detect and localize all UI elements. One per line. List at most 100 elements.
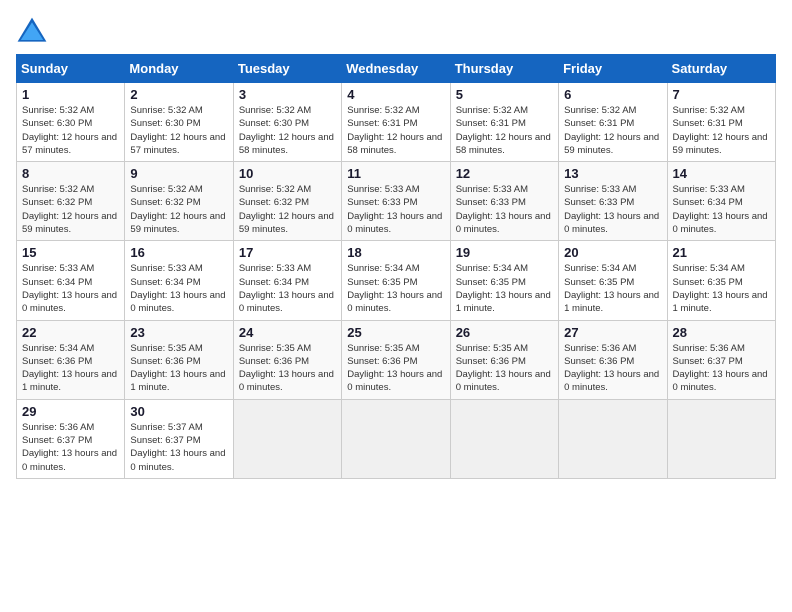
day-info: Sunrise: 5:33 AMSunset: 6:33 PMDaylight:… [347, 183, 444, 236]
day-info: Sunrise: 5:37 AMSunset: 6:37 PMDaylight:… [130, 421, 227, 474]
day-info: Sunrise: 5:32 AMSunset: 6:32 PMDaylight:… [22, 183, 119, 236]
day-info: Sunrise: 5:35 AMSunset: 6:36 PMDaylight:… [347, 342, 444, 395]
day-info: Sunrise: 5:33 AMSunset: 6:33 PMDaylight:… [456, 183, 553, 236]
day-info: Sunrise: 5:34 AMSunset: 6:36 PMDaylight:… [22, 342, 119, 395]
day-cell [450, 399, 558, 478]
page-header [16, 16, 776, 44]
day-number: 18 [347, 245, 444, 260]
day-number: 21 [673, 245, 770, 260]
day-info: Sunrise: 5:32 AMSunset: 6:30 PMDaylight:… [239, 104, 336, 157]
day-number: 15 [22, 245, 119, 260]
day-info: Sunrise: 5:36 AMSunset: 6:37 PMDaylight:… [22, 421, 119, 474]
logo-icon [16, 16, 48, 44]
day-number: 22 [22, 325, 119, 340]
day-info: Sunrise: 5:34 AMSunset: 6:35 PMDaylight:… [456, 262, 553, 315]
day-cell: 1Sunrise: 5:32 AMSunset: 6:30 PMDaylight… [17, 83, 125, 162]
day-info: Sunrise: 5:35 AMSunset: 6:36 PMDaylight:… [456, 342, 553, 395]
day-number: 6 [564, 87, 661, 102]
day-cell: 2 Sunrise: 5:32 AMSunset: 6:30 PMDaylight… [125, 83, 233, 162]
day-cell: 7 Sunrise: 5:32 AMSunset: 6:31 PMDaylight… [667, 83, 775, 162]
day-cell: 28 Sunrise: 5:36 AMSunset: 6:37 PMDayligh… [667, 320, 775, 399]
day-info: Sunrise: 5:33 AMSunset: 6:33 PMDaylight:… [564, 183, 661, 236]
weekday-sunday: Sunday [17, 55, 125, 83]
day-info: Sunrise: 5:34 AMSunset: 6:35 PMDaylight:… [673, 262, 770, 315]
day-cell: 16 Sunrise: 5:33 AMSunset: 6:34 PMDayligh… [125, 241, 233, 320]
day-cell: 18Sunrise: 5:34 AMSunset: 6:35 PMDayligh… [342, 241, 450, 320]
day-number: 26 [456, 325, 553, 340]
day-cell: 25Sunrise: 5:35 AMSunset: 6:36 PMDayligh… [342, 320, 450, 399]
day-info: Sunrise: 5:32 AMSunset: 6:32 PMDaylight:… [239, 183, 336, 236]
day-cell: 20 Sunrise: 5:34 AMSunset: 6:35 PMDayligh… [559, 241, 667, 320]
week-row-4: 22 Sunrise: 5:34 AMSunset: 6:36 PMDayligh… [17, 320, 776, 399]
day-cell: 22 Sunrise: 5:34 AMSunset: 6:36 PMDayligh… [17, 320, 125, 399]
day-info: Sunrise: 5:33 AMSunset: 6:34 PMDaylight:… [239, 262, 336, 315]
day-number: 8 [22, 166, 119, 181]
day-cell [342, 399, 450, 478]
logo [16, 16, 52, 44]
day-number: 23 [130, 325, 227, 340]
day-info: Sunrise: 5:35 AMSunset: 6:36 PMDaylight:… [130, 342, 227, 395]
day-info: Sunrise: 5:34 AMSunset: 6:35 PMDaylight:… [564, 262, 661, 315]
day-info: Sunrise: 5:33 AMSunset: 6:34 PMDaylight:… [673, 183, 770, 236]
day-cell [233, 399, 341, 478]
day-cell: 23 Sunrise: 5:35 AMSunset: 6:36 PMDayligh… [125, 320, 233, 399]
day-info: Sunrise: 5:32 AMSunset: 6:31 PMDaylight:… [456, 104, 553, 157]
day-number: 9 [130, 166, 227, 181]
day-cell: 13 Sunrise: 5:33 AMSunset: 6:33 PMDayligh… [559, 162, 667, 241]
day-number: 5 [456, 87, 553, 102]
day-cell: 3 Sunrise: 5:32 AMSunset: 6:30 PMDaylight… [233, 83, 341, 162]
day-info: Sunrise: 5:32 AMSunset: 6:31 PMDaylight:… [564, 104, 661, 157]
day-number: 16 [130, 245, 227, 260]
day-number: 28 [673, 325, 770, 340]
day-info: Sunrise: 5:33 AMSunset: 6:34 PMDaylight:… [130, 262, 227, 315]
day-info: Sunrise: 5:35 AMSunset: 6:36 PMDaylight:… [239, 342, 336, 395]
weekday-saturday: Saturday [667, 55, 775, 83]
day-cell: 29 Sunrise: 5:36 AMSunset: 6:37 PMDayligh… [17, 399, 125, 478]
day-cell: 17 Sunrise: 5:33 AMSunset: 6:34 PMDayligh… [233, 241, 341, 320]
week-row-5: 29 Sunrise: 5:36 AMSunset: 6:37 PMDayligh… [17, 399, 776, 478]
day-cell [667, 399, 775, 478]
day-cell: 26 Sunrise: 5:35 AMSunset: 6:36 PMDayligh… [450, 320, 558, 399]
day-number: 10 [239, 166, 336, 181]
week-row-2: 8 Sunrise: 5:32 AMSunset: 6:32 PMDaylight… [17, 162, 776, 241]
day-cell: 27 Sunrise: 5:36 AMSunset: 6:36 PMDayligh… [559, 320, 667, 399]
day-number: 7 [673, 87, 770, 102]
day-info: Sunrise: 5:36 AMSunset: 6:37 PMDaylight:… [673, 342, 770, 395]
calendar-table: SundayMondayTuesdayWednesdayThursdayFrid… [16, 54, 776, 479]
weekday-friday: Friday [559, 55, 667, 83]
day-info: Sunrise: 5:32 AMSunset: 6:31 PMDaylight:… [347, 104, 444, 157]
day-cell: 30Sunrise: 5:37 AMSunset: 6:37 PMDayligh… [125, 399, 233, 478]
day-info: Sunrise: 5:36 AMSunset: 6:36 PMDaylight:… [564, 342, 661, 395]
day-cell: 8 Sunrise: 5:32 AMSunset: 6:32 PMDaylight… [17, 162, 125, 241]
day-number: 17 [239, 245, 336, 260]
day-cell: 12Sunrise: 5:33 AMSunset: 6:33 PMDayligh… [450, 162, 558, 241]
day-cell: 21 Sunrise: 5:34 AMSunset: 6:35 PMDayligh… [667, 241, 775, 320]
day-number: 20 [564, 245, 661, 260]
day-info: Sunrise: 5:32 AMSunset: 6:31 PMDaylight:… [673, 104, 770, 157]
day-number: 14 [673, 166, 770, 181]
day-info: Sunrise: 5:33 AMSunset: 6:34 PMDaylight:… [22, 262, 119, 315]
day-number: 4 [347, 87, 444, 102]
day-number: 1 [22, 87, 119, 102]
day-cell: 4 Sunrise: 5:32 AMSunset: 6:31 PMDaylight… [342, 83, 450, 162]
day-cell: 11 Sunrise: 5:33 AMSunset: 6:33 PMDayligh… [342, 162, 450, 241]
day-cell: 24Sunrise: 5:35 AMSunset: 6:36 PMDayligh… [233, 320, 341, 399]
day-number: 2 [130, 87, 227, 102]
day-cell: 10 Sunrise: 5:32 AMSunset: 6:32 PMDayligh… [233, 162, 341, 241]
day-cell: 6 Sunrise: 5:32 AMSunset: 6:31 PMDaylight… [559, 83, 667, 162]
day-cell: 9 Sunrise: 5:32 AMSunset: 6:32 PMDaylight… [125, 162, 233, 241]
week-row-1: 1 Sunrise: 5:32 AMSunset: 6:30 PMDaylight… [17, 83, 776, 162]
day-number: 3 [239, 87, 336, 102]
day-cell: 14 Sunrise: 5:33 AMSunset: 6:34 PMDayligh… [667, 162, 775, 241]
day-cell [559, 399, 667, 478]
day-info: Sunrise: 5:32 AMSunset: 6:30 PMDaylight:… [130, 104, 227, 157]
day-number: 27 [564, 325, 661, 340]
day-number: 29 [22, 404, 119, 419]
day-info: Sunrise: 5:32 AMSunset: 6:32 PMDaylight:… [130, 183, 227, 236]
day-number: 13 [564, 166, 661, 181]
day-cell: 15 Sunrise: 5:33 AMSunset: 6:34 PMDayligh… [17, 241, 125, 320]
day-number: 11 [347, 166, 444, 181]
week-row-3: 15 Sunrise: 5:33 AMSunset: 6:34 PMDayligh… [17, 241, 776, 320]
day-number: 19 [456, 245, 553, 260]
weekday-thursday: Thursday [450, 55, 558, 83]
